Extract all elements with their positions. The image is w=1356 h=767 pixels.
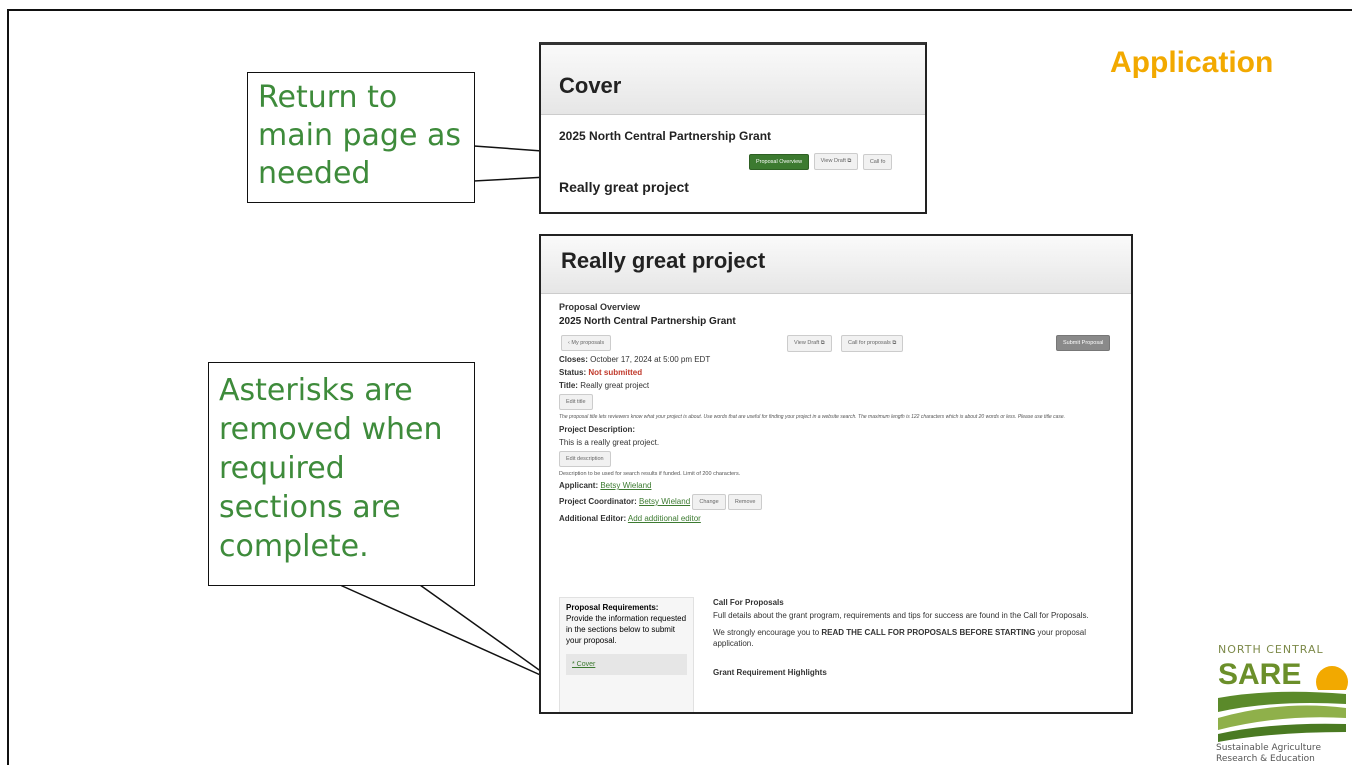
external-link-icon: ⧉	[890, 340, 897, 346]
sare-logo: NORTH CENTRAL SARE Sustainable Agricultu…	[1216, 643, 1348, 764]
cfp-encourage: We strongly encourage you to READ THE CA…	[713, 628, 1086, 648]
grant-highlights-heading: Grant Requirement Highlights	[713, 668, 827, 677]
external-link-icon: ⧉	[819, 340, 825, 346]
description-value: This is a really great project.	[559, 438, 660, 447]
applicant-link[interactable]: Betsy Wieland	[600, 481, 651, 490]
callout-line: Asterisks are	[219, 373, 413, 408]
closes-value: October 17, 2024 at 5:00 pm EDT	[590, 355, 711, 364]
status-label: Status:	[559, 368, 587, 377]
requirements-heading: Proposal Requirements:	[566, 603, 659, 612]
coordinator-label: Project Coordinator:	[559, 497, 637, 507]
logo-top-text: NORTH CENTRAL	[1218, 643, 1324, 656]
callout-asterisks: Asterisks are removed when required sect…	[208, 362, 475, 586]
grant-name: 2025 North Central Partnership Grant	[559, 316, 736, 327]
proposal-overview-heading: Proposal Overview	[559, 302, 641, 312]
view-draft-button[interactable]: View Draft ⧉	[813, 153, 859, 171]
status-row: Status: Not submitted	[559, 368, 1113, 377]
title-help-text: The proposal title lets reviewers know w…	[559, 414, 1066, 420]
edit-description-button[interactable]: Edit description	[559, 451, 611, 467]
submit-proposal-button[interactable]: Submit Proposal	[1056, 335, 1111, 351]
description-label: Project Description:	[559, 425, 636, 434]
call-for-proposals-section: Call For Proposals Full details about th…	[713, 597, 1113, 678]
proposal-overview-screenshot: Really great project Proposal Overview 2…	[539, 234, 1133, 714]
slide-title: Application	[1110, 46, 1274, 79]
coordinator-link[interactable]: Betsy Wieland	[639, 497, 690, 506]
closes-row: Closes: October 17, 2024 at 5:00 pm EDT	[559, 355, 1113, 364]
sidebar-item-cover[interactable]: * Cover	[566, 654, 687, 675]
grant-name: 2025 North Central Partnership Grant	[559, 129, 772, 143]
callout-line: complete.	[219, 529, 369, 564]
editor-row: Additional Editor: Add additional editor	[559, 514, 1113, 523]
view-draft-button[interactable]: View Draft ⧉	[787, 335, 832, 352]
logo-line-1: Sustainable Agriculture	[1216, 743, 1321, 753]
proposal-requirements-box: Proposal Requirements: Provide the infor…	[559, 597, 694, 712]
status-value: Not submitted	[588, 368, 643, 377]
call-for-proposals-button[interactable]: Call fo	[862, 153, 893, 170]
logo-line-2: Research & Education	[1216, 754, 1315, 764]
callout-line: needed	[258, 156, 371, 191]
title-row: Title: Really great project	[559, 381, 1113, 390]
cover-panel-header: Cover	[541, 45, 925, 115]
main-panel-header: Really great project	[541, 236, 1131, 294]
cover-link[interactable]: * Cover	[572, 661, 595, 668]
cfp-heading: Call For Proposals	[713, 598, 784, 607]
title-label: Title:	[559, 381, 578, 390]
applicant-row: Applicant: Betsy Wieland	[559, 481, 1113, 490]
add-editor-link[interactable]: Add additional editor	[628, 514, 701, 523]
project-title: Really great project	[559, 179, 689, 195]
callout-return-main: Return to main page as needed	[247, 72, 475, 203]
remove-coordinator-button[interactable]: Remove	[727, 494, 763, 510]
description-help-text: Description to be used for search result…	[559, 471, 741, 477]
cfp-text: Full details about the grant program, re…	[713, 611, 1089, 620]
coordinator-row: Project Coordinator: Betsy Wieland Chang…	[559, 494, 1113, 510]
closes-label: Closes:	[559, 355, 588, 364]
callout-line: removed when	[219, 412, 443, 447]
logo-brand-text: SARE	[1218, 658, 1301, 691]
editor-label: Additional Editor:	[559, 514, 627, 523]
title-value: Really great project	[580, 381, 650, 390]
edit-title-button[interactable]: Edit title	[559, 394, 593, 410]
cover-panel-screenshot: Cover 2025 North Central Partnership Gra…	[539, 42, 927, 214]
callout-line: required	[219, 451, 345, 486]
change-coordinator-button[interactable]: Change	[692, 494, 726, 510]
requirements-text: Provide the information requested in the…	[566, 614, 687, 645]
callout-line: Return to	[258, 80, 398, 115]
external-link-icon: ⧉	[845, 158, 852, 165]
call-for-proposals-button[interactable]: Call for proposals ⧉	[841, 335, 904, 352]
callout-line: main page as	[258, 118, 461, 153]
proposal-overview-button[interactable]: Proposal Overview	[749, 153, 810, 170]
applicant-label: Applicant:	[559, 481, 599, 490]
my-proposals-button[interactable]: ‹ My proposals	[561, 335, 612, 351]
callout-line: sections are	[219, 490, 401, 525]
